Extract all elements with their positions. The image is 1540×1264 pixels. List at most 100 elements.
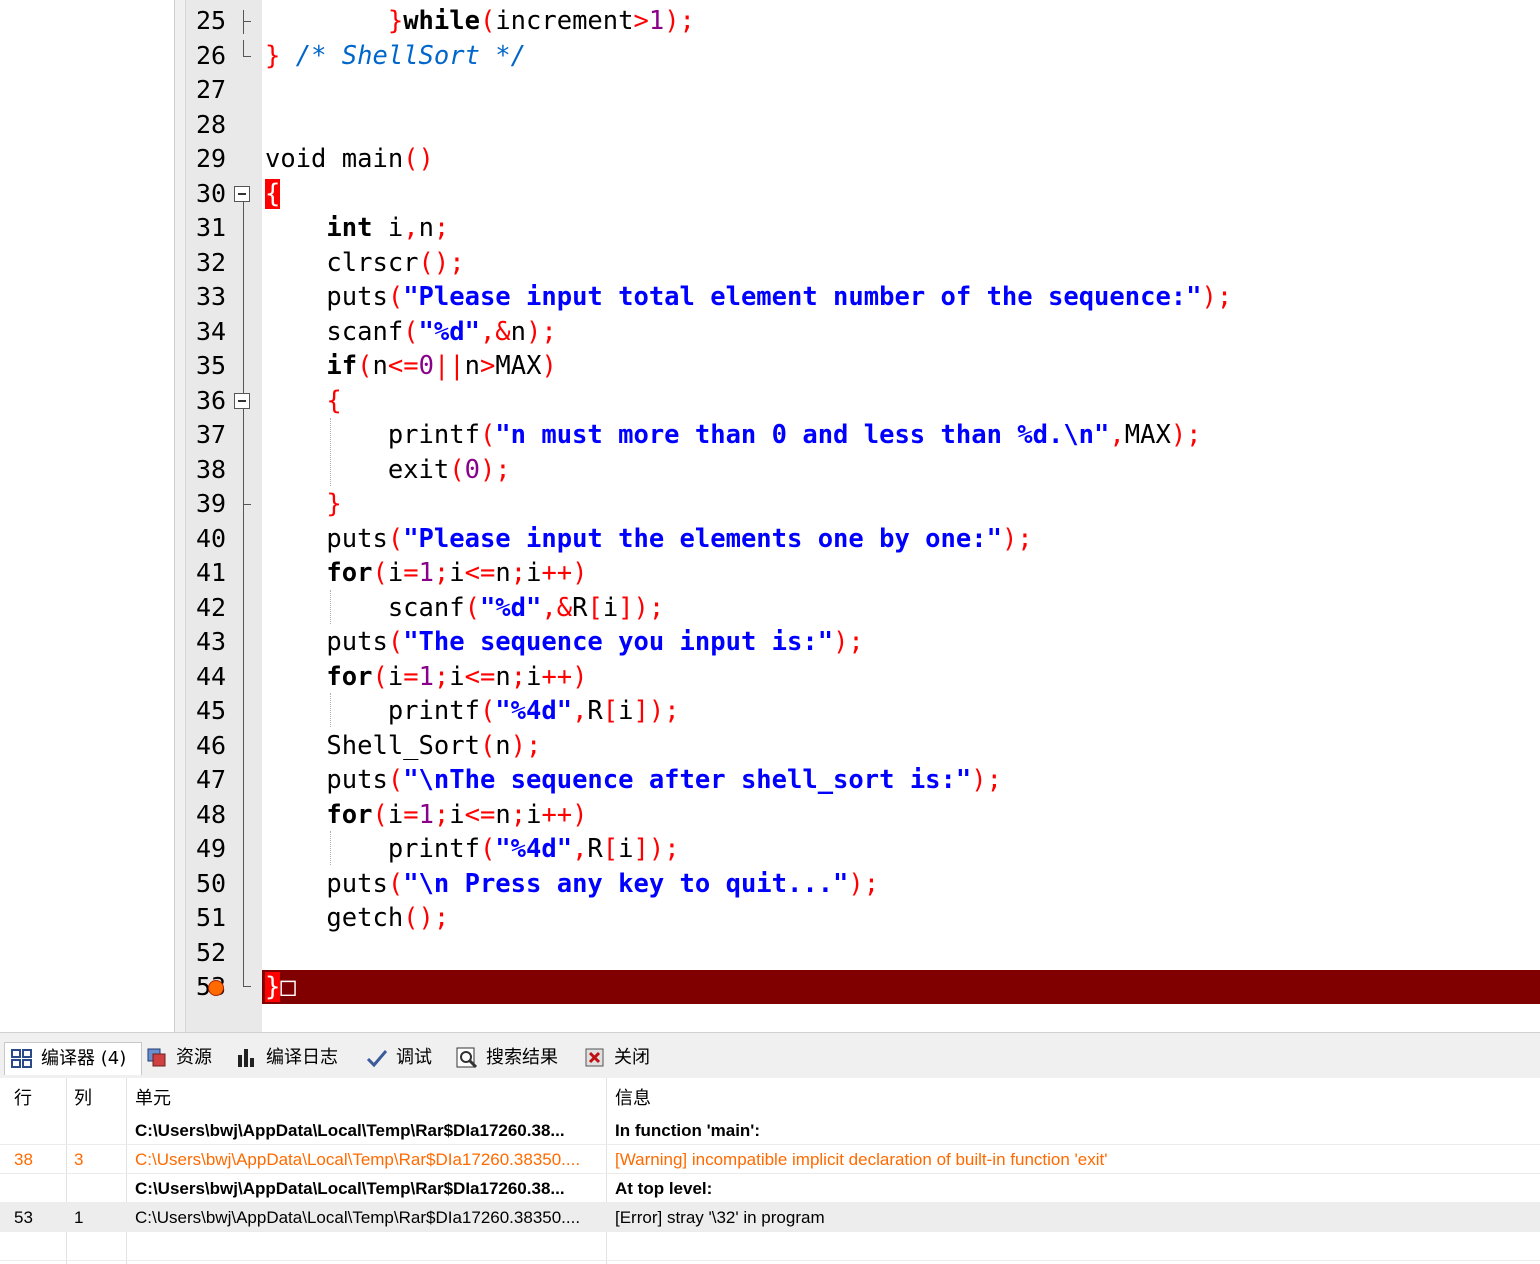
cell-message: In function 'main': (615, 1121, 761, 1140)
line-number: 50 (196, 869, 227, 898)
column-header-unit[interactable]: 单元 (135, 1084, 171, 1110)
cell-unit: C:\Users\bwj\AppData\Local\Temp\Rar$DIa1… (135, 1121, 565, 1140)
code-line[interactable]: for(i=1;i<=n;i++) (265, 660, 587, 694)
line-number: 47 (196, 765, 227, 794)
code-line[interactable]: puts("\n Press any key to quit..."); (265, 867, 879, 901)
code-line[interactable]: void main() (265, 142, 434, 176)
debug-icon (366, 1047, 388, 1069)
code-line[interactable]: }while(increment>1); (265, 4, 695, 38)
code-line[interactable]: Shell_Sort(n); (265, 729, 541, 763)
code-line[interactable]: scanf("%d",&R[i]); (265, 591, 664, 625)
tab-compile-log[interactable]: 编译日志 (236, 1042, 356, 1074)
code-line[interactable]: exit(0); (265, 453, 511, 487)
close-icon (584, 1047, 606, 1069)
code-line[interactable]: puts("Please input total element number … (265, 280, 1232, 314)
line-number: 37 (196, 420, 227, 449)
fold-line (243, 416, 244, 986)
column-header-message[interactable]: 信息 (615, 1084, 651, 1110)
fold-line (243, 10, 244, 34)
code-line[interactable]: } /* ShellSort */ (265, 39, 526, 73)
line-number: 29 (196, 144, 227, 173)
code-line[interactable]: printf("%4d",R[i]); (265, 694, 680, 728)
code-line[interactable]: if(n<=0||n>MAX) (265, 349, 556, 383)
fold-tick (243, 986, 251, 987)
line-number: 28 (196, 110, 227, 139)
line-number: 25 (196, 6, 227, 35)
tab-search-results[interactable]: 搜索结果 (456, 1042, 574, 1074)
compile-log-icon (236, 1047, 258, 1069)
tab-label: 编译器 (4) (41, 1048, 127, 1069)
code-line[interactable]: clrscr(); (265, 246, 464, 280)
compiler-icon (11, 1048, 33, 1070)
tab-label: 资源 (176, 1047, 212, 1068)
line-number: 40 (196, 524, 227, 553)
line-number: 41 (196, 558, 227, 587)
line-number: 45 (196, 696, 227, 725)
tab-resources[interactable]: 资源 (146, 1042, 226, 1074)
tab-label: 关闭 (614, 1047, 650, 1068)
cell-col: 3 (74, 1150, 84, 1169)
fold-toggle-icon[interactable] (234, 186, 250, 202)
code-line[interactable]: scanf("%d",&n); (265, 315, 556, 349)
code-line[interactable]: printf("n must more than 0 and less than… (265, 418, 1202, 452)
resources-icon (146, 1047, 168, 1069)
error-marker-icon (208, 980, 224, 996)
line-number: 43 (196, 627, 227, 656)
error-line-highlight (262, 970, 1540, 1004)
column-header-col[interactable]: 列 (74, 1084, 92, 1110)
cell-line: 38 (14, 1150, 33, 1169)
tab-label: 调试 (396, 1047, 432, 1068)
code-line[interactable]: int i,n; (265, 211, 449, 245)
cell-col: 1 (74, 1208, 84, 1227)
cell-message: [Warning] incompatible implicit declarat… (615, 1150, 1108, 1169)
line-number: 38 (196, 455, 227, 484)
line-number: 27 (196, 75, 227, 104)
indent-guide (330, 831, 331, 865)
code-line[interactable]: for(i=1;i<=n;i++) (265, 556, 587, 590)
code-line[interactable]: puts("\nThe sequence after shell_sort is… (265, 763, 1002, 797)
fold-toggle-icon[interactable] (234, 393, 250, 409)
tab-label: 搜索结果 (486, 1047, 558, 1068)
fold-tick (243, 56, 251, 57)
line-number: 42 (196, 593, 227, 622)
code-line[interactable]: } (265, 487, 341, 521)
code-line[interactable]: }□ (265, 970, 296, 1004)
splitter[interactable] (175, 0, 186, 1032)
indent-guide (330, 693, 331, 727)
code-line[interactable]: for(i=1;i<=n;i++) (265, 798, 587, 832)
line-number: 30 (196, 179, 227, 208)
table-row[interactable]: C:\Users\bwj\AppData\Local\Temp\Rar$DIa1… (0, 1174, 1540, 1203)
line-number: 35 (196, 351, 227, 380)
code-line[interactable]: puts("The sequence you input is:"); (265, 625, 863, 659)
fold-line (243, 40, 244, 56)
tab-close[interactable]: 关闭 (584, 1042, 664, 1074)
fold-tick (243, 504, 251, 505)
fold-line (243, 202, 244, 396)
line-number: 26 (196, 41, 227, 70)
table-row[interactable]: 53 1 C:\Users\bwj\AppData\Local\Temp\Rar… (0, 1203, 1540, 1232)
tab-debug[interactable]: 调试 (366, 1042, 446, 1074)
tab-compiler[interactable]: 编译器 (4) (4, 1042, 142, 1075)
table-row[interactable]: 38 3 C:\Users\bwj\AppData\Local\Temp\Rar… (0, 1145, 1540, 1174)
cell-unit: C:\Users\bwj\AppData\Local\Temp\Rar$DIa1… (135, 1150, 581, 1169)
fold-tick (243, 21, 251, 22)
code-line[interactable]: printf("%4d",R[i]); (265, 832, 680, 866)
cell-unit: C:\Users\bwj\AppData\Local\Temp\Rar$DIa1… (135, 1179, 565, 1198)
search-results-icon (456, 1047, 478, 1069)
line-number: 52 (196, 938, 227, 967)
line-number: 49 (196, 834, 227, 863)
table-row[interactable]: C:\Users\bwj\AppData\Local\Temp\Rar$DIa1… (0, 1116, 1540, 1145)
line-number: 31 (196, 213, 227, 242)
code-line[interactable]: { (265, 384, 341, 418)
cell-message: [Error] stray '\32' in program (615, 1208, 825, 1227)
cell-unit: C:\Users\bwj\AppData\Local\Temp\Rar$DIa1… (135, 1208, 581, 1227)
column-header-line[interactable]: 行 (14, 1084, 32, 1110)
code-line[interactable]: { (265, 177, 281, 211)
line-number: 44 (196, 662, 227, 691)
line-number: 34 (196, 317, 227, 346)
line-number: 32 (196, 248, 227, 277)
line-number: 39 (196, 489, 227, 518)
code-line[interactable]: puts("Please input the elements one by o… (265, 522, 1032, 556)
code-line[interactable]: getch(); (265, 901, 449, 935)
tab-label: 编译日志 (266, 1047, 338, 1068)
